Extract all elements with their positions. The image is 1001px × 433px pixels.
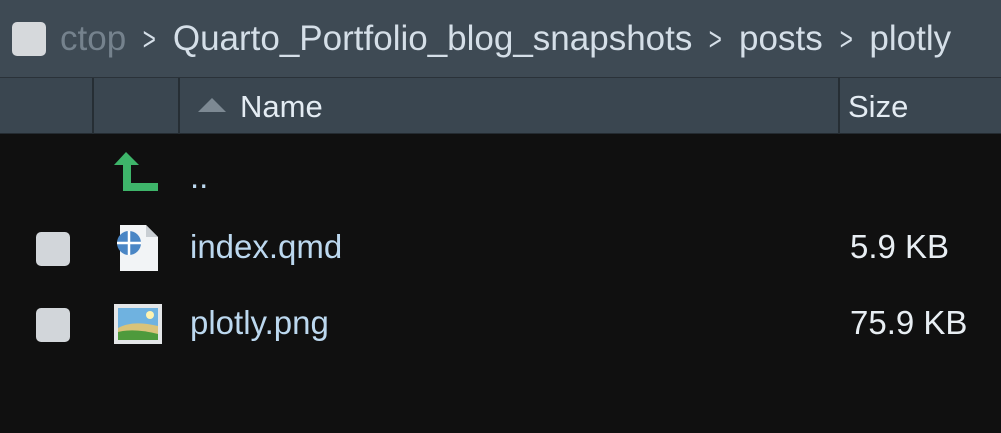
breadcrumb: ctop > Quarto_Portfolio_blog_snapshots >…	[60, 0, 951, 78]
file-size: 5.9 KB	[850, 228, 950, 265]
breadcrumb-item-desktop[interactable]: ctop	[60, 19, 126, 59]
list-item-index-qmd[interactable]: index.qmd 5.9 KB	[0, 212, 1001, 286]
row-checkbox[interactable]	[36, 308, 70, 342]
chevron-right-icon: >	[709, 20, 723, 57]
file-name[interactable]: plotly.png	[190, 304, 329, 342]
parent-dir-up-arrow-icon	[114, 152, 158, 191]
select-all-checkbox[interactable]	[12, 22, 46, 56]
chevron-right-icon: >	[839, 20, 853, 57]
file-name[interactable]: ..	[190, 158, 208, 196]
sort-ascending-icon	[198, 98, 226, 112]
file-size: 75.9 KB	[850, 304, 968, 341]
breadcrumb-item-current[interactable]: plotly	[869, 19, 951, 59]
list-item-plotly-png[interactable]: plotly.png 75.9 KB	[0, 288, 1001, 362]
column-header-icon	[94, 78, 180, 134]
quarto-file-icon	[117, 225, 158, 271]
row-checkbox[interactable]	[36, 232, 70, 266]
chevron-right-icon: >	[142, 20, 157, 57]
column-header-name-label: Name	[240, 89, 323, 124]
breadcrumb-item-project[interactable]: Quarto_Portfolio_blog_snapshots	[173, 19, 693, 59]
column-header-checkbox	[0, 78, 94, 134]
list-item-parent[interactable]: ..	[0, 140, 1001, 214]
breadcrumb-item-posts[interactable]: posts	[739, 19, 823, 59]
column-header-row: Name Size	[0, 78, 1001, 134]
image-file-icon	[114, 304, 162, 344]
file-name[interactable]: index.qmd	[190, 228, 342, 266]
column-header-size-label: Size	[848, 89, 909, 124]
breadcrumb-bar: ctop > Quarto_Portfolio_blog_snapshots >…	[0, 0, 1001, 78]
column-header-size[interactable]: Size	[840, 78, 1001, 134]
column-header-name[interactable]: Name	[180, 78, 840, 134]
file-browser: ctop > Quarto_Portfolio_blog_snapshots >…	[0, 0, 1001, 433]
